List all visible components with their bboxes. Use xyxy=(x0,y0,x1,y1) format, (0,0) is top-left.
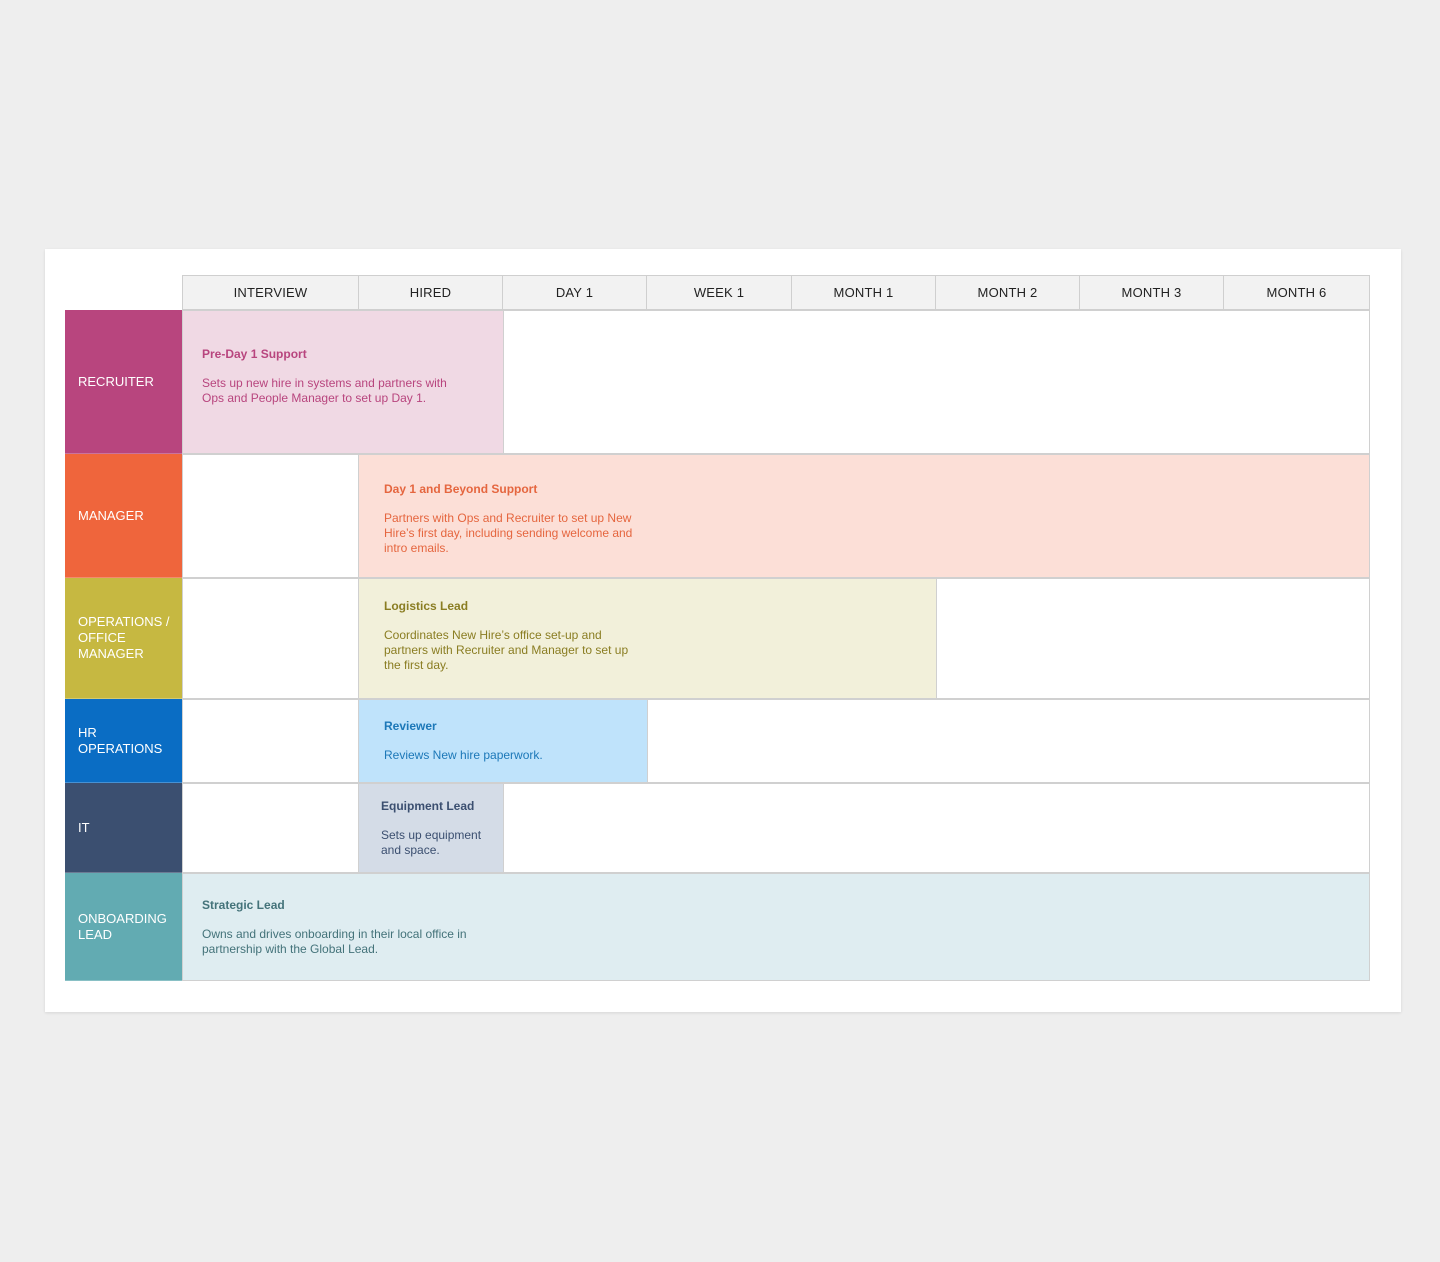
lane-manager: MANAGER Day 1 and Beyond Support Partner… xyxy=(65,454,1370,578)
column-header-month-3: MONTH 3 xyxy=(1079,275,1224,310)
lane-onboarding-lead: ONBOARDING LEAD Strategic Lead Owns and … xyxy=(65,873,1370,981)
task-title: Pre-Day 1 Support xyxy=(202,347,307,361)
task-description: Coordinates New Hire’s office set-up and… xyxy=(384,628,629,672)
task-bar-logistics-lead: Logistics Lead Coordinates New Hire’s of… xyxy=(358,578,937,699)
lane-label-it: IT xyxy=(65,783,182,873)
task-title: Strategic Lead xyxy=(202,898,285,912)
task-title: Day 1 and Beyond Support xyxy=(384,482,538,496)
lane-label-hr-operations: HR OPERATIONS xyxy=(65,699,182,783)
task-bar-strategic-lead: Strategic Lead Owns and drives onboardin… xyxy=(182,873,1370,981)
task-description: Sets up new hire in systems and partners… xyxy=(202,376,447,405)
column-header-day-1: DAY 1 xyxy=(502,275,647,310)
task-title: Logistics Lead xyxy=(384,599,469,613)
column-header-month-2: MONTH 2 xyxy=(935,275,1080,310)
lane-label-onboarding-lead: ONBOARDING LEAD xyxy=(65,873,182,981)
task-title: Equipment Lead xyxy=(381,799,475,813)
column-header-week-1: WEEK 1 xyxy=(646,275,792,310)
task-description: Partners with Ops and Recruiter to set u… xyxy=(384,511,633,555)
task-bar-day-1-and-beyond-support: Day 1 and Beyond Support Partners with O… xyxy=(358,454,1370,578)
lane-hr-operations: HR OPERATIONS Reviewer Reviews New hire … xyxy=(65,699,1370,783)
lane-label-recruiter: RECRUITER xyxy=(65,310,182,454)
task-bar-equipment-lead: Equipment Lead Sets up equipment and spa… xyxy=(358,783,504,873)
task-title: Reviewer xyxy=(384,719,437,733)
column-header-month-1: MONTH 1 xyxy=(791,275,936,310)
lane-operations-office-manager: OPERATIONS / OFFICE MANAGER Logistics Le… xyxy=(65,578,1370,699)
task-description: Sets up equipment and space. xyxy=(381,828,482,857)
lane-label-manager: MANAGER xyxy=(65,454,182,578)
task-description: Owns and drives onboarding in their loca… xyxy=(202,927,467,956)
lane-it: IT Equipment Lead Sets up equipment and … xyxy=(65,783,1370,873)
column-header-interview: INTERVIEW xyxy=(182,275,359,310)
lane-label-operations-office-manager: OPERATIONS / OFFICE MANAGER xyxy=(65,578,182,699)
task-description: Reviews New hire paperwork. xyxy=(384,748,543,762)
column-header-hired: HIRED xyxy=(358,275,503,310)
task-bar-pre-day-1-support: Pre-Day 1 Support Sets up new hire in sy… xyxy=(182,310,504,454)
lane-recruiter: RECRUITER Pre-Day 1 Support Sets up new … xyxy=(65,310,1370,454)
column-header-month-6: MONTH 6 xyxy=(1223,275,1370,310)
onboarding-swimlane-chart: INTERVIEW HIRED DAY 1 WEEK 1 MONTH 1 MON… xyxy=(65,275,1370,981)
task-bar-reviewer: Reviewer Reviews New hire paperwork. xyxy=(358,699,648,783)
